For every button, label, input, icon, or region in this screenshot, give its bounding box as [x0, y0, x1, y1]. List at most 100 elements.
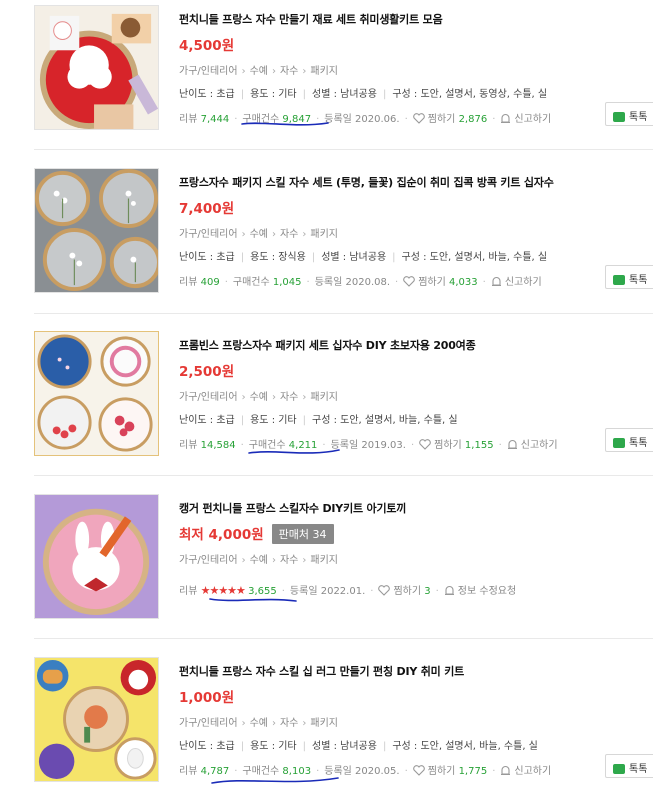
- separator-dot: ·: [240, 440, 244, 451]
- breadcrumb-link[interactable]: 수예: [250, 66, 268, 77]
- breadcrumb-link[interactable]: 가구/인테리어: [179, 392, 238, 403]
- wish-count: 1,155: [464, 440, 494, 451]
- wish-button[interactable]: 찜하기 3: [378, 585, 431, 597]
- review-label: 리뷰: [179, 114, 198, 125]
- registered-label: 등록일: [289, 586, 318, 597]
- separator-dot: ·: [498, 440, 502, 451]
- wish-button[interactable]: 찜하기 1,155: [419, 439, 494, 453]
- breadcrumb-link[interactable]: 가구/인테리어: [179, 229, 238, 240]
- breadcrumb-link[interactable]: 자수: [280, 392, 298, 403]
- review-link[interactable]: 리뷰 7,444: [179, 114, 229, 125]
- purchase-label: 구매건수: [242, 114, 280, 125]
- registered-date: 2022.01.: [320, 586, 366, 597]
- report-button[interactable]: 신고하기: [491, 276, 542, 288]
- product-title[interactable]: 캥거 펀치니들 프랑스 스킬자수 DIY키트 아기토끼: [179, 500, 406, 516]
- registered-label: 등록일: [330, 440, 359, 451]
- product-specs: 난이도 : 초급 | 용도 : 기타 | 구성 : 도안, 설명서, 바늘, 수틀, 실: [179, 411, 458, 426]
- product-thumbnail[interactable]: [34, 657, 159, 782]
- product-thumbnail[interactable]: [34, 494, 159, 619]
- talk-bubble-icon: [613, 438, 625, 448]
- chevron-right-icon: ›: [271, 392, 276, 403]
- category-breadcrumb: 가구/인테리어 › 수예 › 자수 › 패키지: [179, 225, 338, 240]
- embroidery-sets-image: [35, 332, 158, 455]
- talktalk-button[interactable]: 톡톡: [605, 428, 653, 452]
- review-link[interactable]: 리뷰 409: [179, 277, 220, 288]
- breadcrumb-link[interactable]: 가구/인테리어: [179, 555, 238, 566]
- wish-button[interactable]: 찜하기 4,033: [403, 276, 478, 288]
- talktalk-button[interactable]: 톡톡: [605, 265, 653, 289]
- divider: |: [240, 252, 245, 263]
- review-count: 14,584: [200, 440, 236, 451]
- lowest-price: 최저 4,000원: [179, 527, 264, 543]
- report-label: 신고하기: [520, 440, 558, 451]
- divider: |: [382, 89, 387, 100]
- breadcrumb-link[interactable]: 수예: [250, 718, 268, 729]
- product-specs: 난이도 : 초급 | 용도 : 기타 | 성별 : 남녀공용 | 구성 : 도안, 설명서,…: [179, 737, 538, 752]
- purchase-count: 4,211: [288, 440, 318, 451]
- list-divider: [34, 313, 653, 314]
- breadcrumb-link[interactable]: 자수: [280, 718, 298, 729]
- talk-label: 톡톡: [629, 112, 648, 123]
- breadcrumb-link[interactable]: 자수: [280, 66, 298, 77]
- product-meta: 리뷰 409 · 구매건수 1,045 · 등록일 2020.08. · 찜하기 4,033…: [179, 273, 542, 290]
- breadcrumb-link[interactable]: 패키지: [310, 66, 338, 77]
- review-link[interactable]: 리뷰 ★★★★★ 3,655: [179, 584, 277, 597]
- review-label: 리뷰: [179, 277, 198, 288]
- separator-dot: ·: [404, 766, 408, 777]
- talk-label: 톡톡: [629, 438, 648, 449]
- divider: |: [302, 415, 307, 426]
- purchase-count-group: 구매건수 9,847: [242, 114, 311, 125]
- registered-date: 2020.05.: [355, 766, 400, 777]
- seller-count-button[interactable]: 판매처 34: [271, 524, 334, 544]
- breadcrumb-link[interactable]: 수예: [250, 555, 268, 566]
- separator-dot: ·: [395, 277, 399, 288]
- breadcrumb-link[interactable]: 수예: [250, 392, 268, 403]
- chevron-right-icon: ›: [271, 66, 276, 77]
- chevron-right-icon: ›: [241, 718, 246, 729]
- review-link[interactable]: 리뷰 4,787: [179, 766, 229, 777]
- product-thumbnail[interactable]: [34, 5, 159, 130]
- product-thumbnail[interactable]: [34, 331, 159, 456]
- product-title[interactable]: 프랑스자수 패키지 스킬 자수 세트 (투명, 들꽃) 집순이 취미 집콕 방콕…: [179, 174, 554, 190]
- wish-count: 2,876: [458, 114, 488, 125]
- breadcrumb-link[interactable]: 패키지: [310, 555, 338, 566]
- chevron-right-icon: ›: [271, 229, 276, 240]
- info-edit-button[interactable]: 정보 수정요청: [444, 585, 516, 597]
- breadcrumb-link[interactable]: 수예: [250, 229, 268, 240]
- spec-difficulty: 난이도 : 초급: [179, 89, 235, 100]
- separator-dot: ·: [404, 114, 408, 125]
- spec-composition: 구성 : 도안, 설명서, 바늘, 수틀, 실: [392, 741, 538, 752]
- breadcrumb-link[interactable]: 자수: [280, 555, 298, 566]
- breadcrumb-link[interactable]: 가구/인테리어: [179, 66, 238, 77]
- registered-group: 등록일 2019.03.: [331, 440, 406, 451]
- breadcrumb-link[interactable]: 패키지: [310, 229, 338, 240]
- breadcrumb-link[interactable]: 패키지: [310, 718, 338, 729]
- wish-button[interactable]: 찜하기 2,876: [412, 113, 488, 125]
- wish-button[interactable]: 찜하기 1,775: [412, 765, 487, 779]
- siren-icon: [500, 765, 511, 779]
- breadcrumb-link[interactable]: 패키지: [310, 392, 338, 403]
- product-title[interactable]: 프롬빈스 프랑스자수 패키지 세트 십자수 DIY 초보자용 200여종: [179, 337, 476, 353]
- breadcrumb-link[interactable]: 가구/인테리어: [179, 718, 238, 729]
- chevron-right-icon: ›: [241, 392, 246, 403]
- report-button[interactable]: 신고하기: [507, 439, 558, 451]
- product-price: 7,400원: [179, 201, 235, 217]
- product-meta: 리뷰 7,444 · 구매건수 9,847 · 등록일 2020.06. · 찜하기 2,8…: [179, 110, 551, 127]
- product-price: 1,000원: [179, 690, 235, 706]
- spec-difficulty: 난이도 : 초급: [179, 415, 235, 426]
- spec-usage: 용도 : 기타: [250, 741, 297, 752]
- product-title[interactable]: 펀치니들 프랑스 자수 만들기 재료 세트 취미생활키트 모음: [179, 11, 443, 27]
- breadcrumb-link[interactable]: 자수: [280, 229, 298, 240]
- product-title[interactable]: 펀치니들 프랑스 자수 스킬 십 러그 만들기 펀칭 DIY 취미 키트: [179, 663, 464, 679]
- talktalk-button[interactable]: 톡톡: [605, 754, 653, 778]
- spec-usage: 용도 : 기타: [250, 89, 297, 100]
- product-thumbnail[interactable]: [34, 168, 159, 293]
- review-link[interactable]: 리뷰 14,584: [179, 440, 236, 451]
- report-button[interactable]: 신고하기: [500, 113, 551, 125]
- heart-icon: [412, 765, 425, 779]
- category-breadcrumb: 가구/인테리어 › 수예 › 자수 › 패키지: [179, 388, 338, 403]
- spec-difficulty: 난이도 : 초급: [179, 252, 235, 263]
- heart-icon: [419, 439, 431, 453]
- report-button[interactable]: 신고하기: [500, 765, 551, 779]
- talktalk-button[interactable]: 톡톡: [605, 102, 653, 126]
